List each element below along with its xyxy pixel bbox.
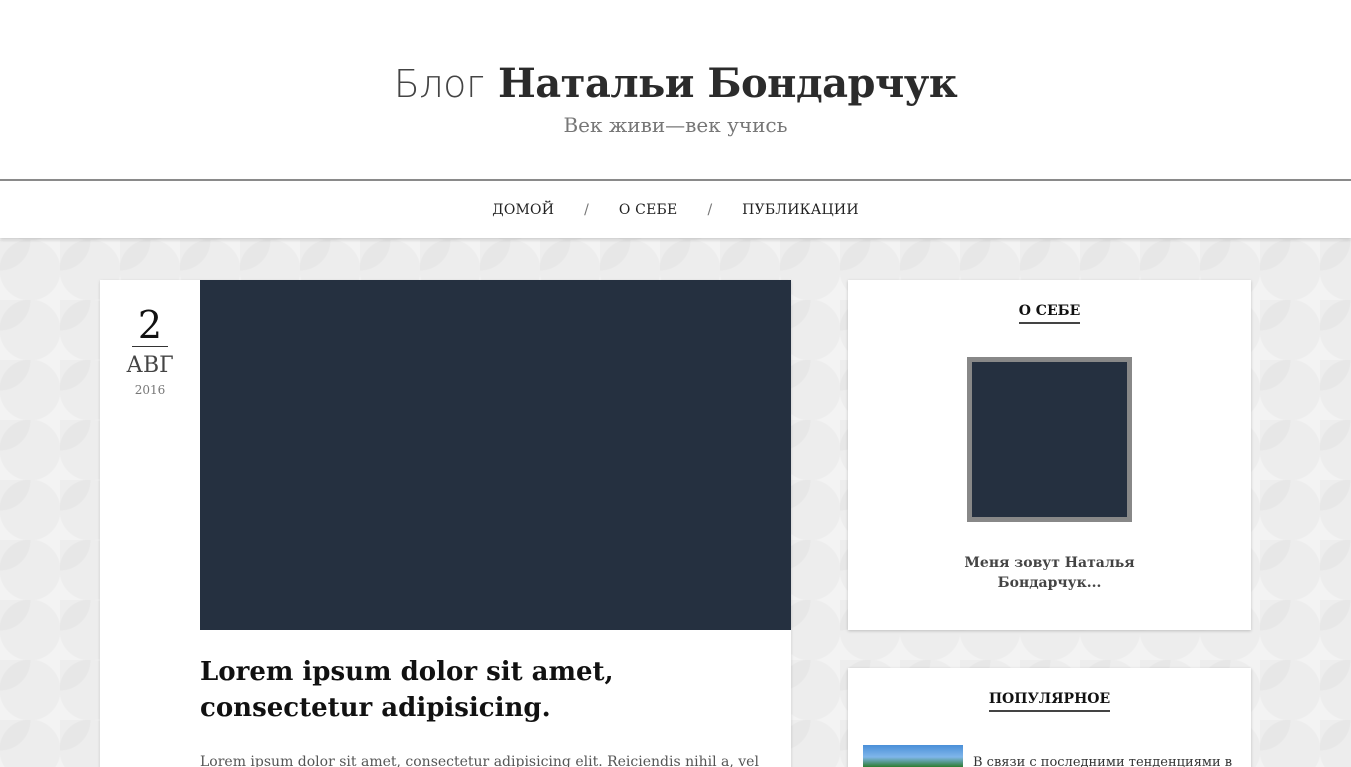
nav-item-about[interactable]: О СЕБЕ [619,202,678,218]
nav-item-home[interactable]: ДОМОЙ [492,202,554,218]
site-tagline: Век живи—век учись [563,113,788,137]
nav-separator: / [707,201,713,218]
about-text-link[interactable]: Меня зовут Наталья Бондарчук... [948,553,1151,593]
about-widget: О СЕБЕ Меня зовут Наталья Бондарчук... [848,280,1251,630]
post-date-year: 2016 [134,383,166,397]
post-title-link[interactable]: Lorem ipsum dolor sit amet, consectetur … [200,654,760,726]
post-date: 2 АВГ 2016 [100,280,200,397]
popular-widget-title: ПОПУЛЯРНОЕ [988,690,1111,712]
nav-item-publications[interactable]: ПУБЛИКАЦИИ [742,202,859,218]
site-title[interactable]: Блог Натальи Бондарчук [0,58,1351,110]
site-header: Блог Натальи Бондарчук Век живи—век учис… [0,0,1351,180]
nav-separator: / [584,201,589,218]
main-nav: ДОМОЙ / О СЕБЕ / ПУБЛИКАЦИИ [0,179,1351,238]
site-title-bold[interactable]: Натальи Бондарчук [498,60,958,107]
post-date-month: АВГ [126,353,174,378]
avatar [967,357,1132,522]
popular-post-item[interactable]: В связи с последними тенденциями в [863,745,1243,767]
post-date-day: 2 [131,304,169,347]
popular-post-title[interactable]: В связи с последними тенденциями в [973,753,1243,767]
about-widget-title: О СЕБЕ [1018,302,1081,324]
post-featured-image[interactable] [200,280,791,630]
post-excerpt: Lorem ipsum dolor sit amet, consectetur … [200,754,759,767]
popular-widget: ПОПУЛЯРНОЕ В связи с последними тенденци… [848,668,1251,767]
site-title-light[interactable]: Блог [394,62,485,106]
popular-post-thumbnail[interactable] [863,745,963,767]
post-card: 2 АВГ 2016 Lorem ipsum dolor sit amet, c… [100,280,791,767]
